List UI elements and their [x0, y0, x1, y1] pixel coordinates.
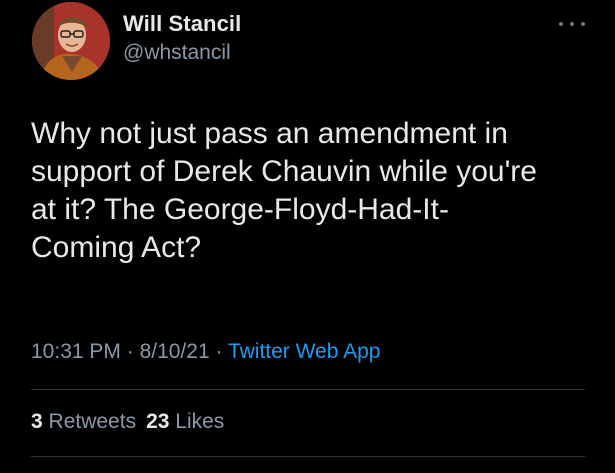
- more-dot: [559, 22, 563, 26]
- avatar-image: [32, 2, 110, 80]
- tweet-text-line: Why not just pass an amendment in: [31, 117, 508, 150]
- meta-separator: ·: [120, 340, 140, 363]
- likes-stat[interactable]: 23 Likes: [146, 410, 224, 433]
- tweet-date[interactable]: 8/10/21: [140, 340, 210, 363]
- more-dot: [570, 22, 574, 26]
- tweet-meta: 10:31 PM · 8/10/21 · Twitter Web App: [31, 340, 380, 364]
- tweet-source-link[interactable]: Twitter Web App: [228, 340, 381, 363]
- tweet-text: Why not just pass an amendment in suppor…: [31, 115, 591, 267]
- tweet-card: Will Stancil @whstancil Why not just pas…: [0, 0, 615, 473]
- likes-label: Likes: [175, 410, 225, 433]
- more-dot: [581, 22, 585, 26]
- author-handle[interactable]: @whstancil: [123, 41, 231, 65]
- tweet-text-line: at it? The George-Floyd-Had-It-: [31, 193, 449, 226]
- divider: [31, 389, 585, 390]
- tweet-text-line: support of Derek Chauvin while you're: [31, 155, 537, 188]
- author-name[interactable]: Will Stancil: [123, 11, 241, 37]
- tweet-stats: 3 Retweets 23 Likes: [31, 410, 224, 434]
- likes-count: 23: [146, 410, 170, 433]
- tweet-text-line: Coming Act?: [31, 231, 202, 264]
- retweets-stat[interactable]: 3 Retweets: [31, 410, 136, 433]
- retweets-label: Retweets: [48, 410, 137, 433]
- meta-separator: ·: [209, 340, 228, 363]
- tweet-time[interactable]: 10:31 PM: [31, 340, 121, 363]
- more-horizontal-icon[interactable]: [557, 14, 587, 34]
- author-avatar[interactable]: [32, 2, 110, 80]
- divider: [31, 456, 585, 457]
- retweets-count: 3: [31, 410, 43, 433]
